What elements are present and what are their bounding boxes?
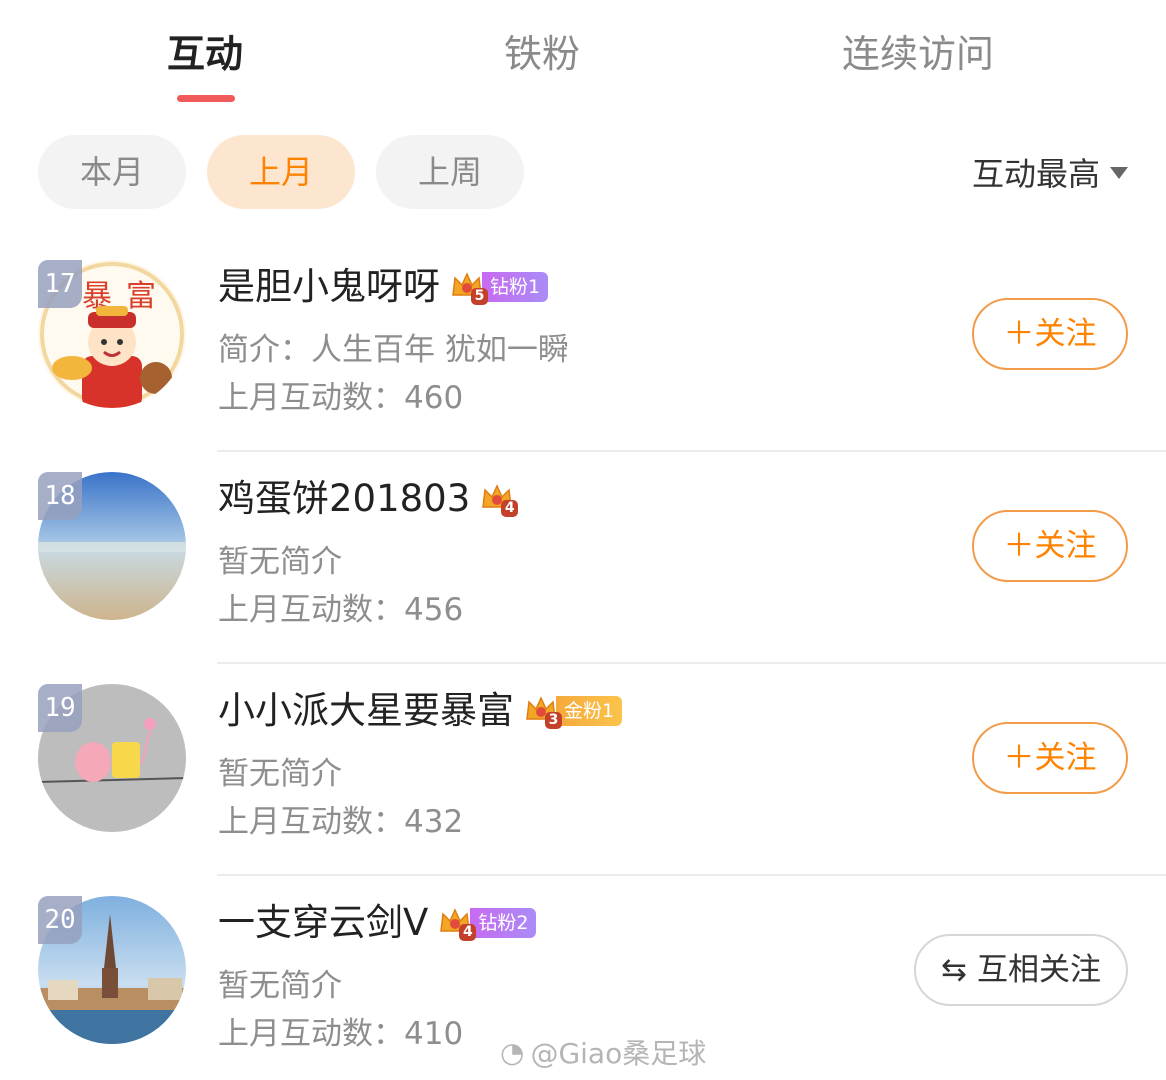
fan-tag: 钻粉1 <box>482 272 549 302</box>
interaction-count: 上月互动数：410 <box>218 1016 464 1052</box>
weibo-logo-icon: ◔ <box>500 1035 525 1069</box>
interaction-count: 上月互动数：432 <box>218 804 464 840</box>
fan-level-badge: 5 钻粉1 <box>450 269 549 305</box>
user-bio: 简介：人生百年 犹如一瞬 <box>218 332 569 368</box>
svg-text:富: 富 <box>126 279 156 314</box>
sort-dropdown[interactable]: 互动最高 <box>972 150 1128 194</box>
watermark: ◔ @Giao桑足球 <box>500 1032 706 1072</box>
sort-label: 互动最高 <box>971 155 1100 193</box>
active-tab-indicator <box>177 95 235 102</box>
mutual-follow-label: 互相关注 <box>976 952 1101 988</box>
chevron-down-icon <box>1110 167 1128 179</box>
fan-level-badge: 4 钻粉2 <box>438 905 537 941</box>
fan-level-badge: 4 <box>480 481 519 517</box>
watermark-text: @Giao桑足球 <box>530 1037 707 1070</box>
follow-button[interactable]: ＋关注 <box>972 298 1128 370</box>
list-item[interactable]: 18 鸡蛋饼201803 4 暂无简介 上月互动数：456 ＋关注 <box>0 452 1166 664</box>
tab-iron-fans[interactable]: 铁粉 <box>504 30 580 78</box>
mutual-arrows-icon: ⇆ <box>941 952 967 988</box>
rank-badge: 17 <box>38 260 82 308</box>
user-bio: 暂无简介 <box>218 968 342 1004</box>
rank-badge: 19 <box>38 684 82 732</box>
list-item[interactable]: 暴 富 17 是胆小鬼呀呀 5 钻粉1 简介：人生百年 犹如一瞬 上月互动数：4… <box>0 240 1166 452</box>
interaction-count: 上月互动数：456 <box>218 592 464 628</box>
tab-interaction[interactable]: 互动 <box>167 30 243 78</box>
tab-consecutive-visits[interactable]: 连续访问 <box>842 30 994 78</box>
rank-badge: 20 <box>38 896 82 944</box>
tab-bar: 互动 铁粉 连续访问 <box>0 0 1166 110</box>
crown-icon: 4 <box>438 905 477 941</box>
fan-tag: 钻粉2 <box>470 908 537 938</box>
follow-button[interactable]: ＋关注 <box>972 722 1128 794</box>
filter-last-week[interactable]: 上周 <box>376 135 524 209</box>
crown-icon: 4 <box>480 481 519 517</box>
interaction-count: 上月互动数：460 <box>218 380 464 416</box>
username[interactable]: 鸡蛋饼201803 <box>218 474 470 524</box>
level-number: 4 <box>501 500 519 517</box>
crown-icon: 5 <box>450 269 488 305</box>
username[interactable]: 小小派大星要暴富 <box>218 686 514 736</box>
follow-button[interactable]: ＋关注 <box>972 510 1128 582</box>
filter-last-month[interactable]: 上月 <box>207 135 355 209</box>
user-bio: 暂无简介 <box>218 756 342 792</box>
username[interactable]: 一支穿云剑V <box>218 898 428 948</box>
level-number: 4 <box>459 924 477 941</box>
rank-badge: 18 <box>38 472 82 520</box>
mutual-follow-button[interactable]: ⇆ 互相关注 <box>914 934 1128 1006</box>
user-bio: 暂无简介 <box>218 544 342 580</box>
username[interactable]: 是胆小鬼呀呀 <box>218 262 440 312</box>
filter-this-month[interactable]: 本月 <box>38 135 186 209</box>
level-number: 3 <box>545 712 562 729</box>
crown-icon: 3 <box>524 693 562 729</box>
fan-level-badge: 3 金粉1 <box>524 693 623 729</box>
level-number: 5 <box>471 288 488 305</box>
fan-tag: 金粉1 <box>556 696 623 726</box>
list-item[interactable]: 19 小小派大星要暴富 3 金粉1 暂无简介 上月互动数：432 ＋关注 <box>0 664 1166 876</box>
